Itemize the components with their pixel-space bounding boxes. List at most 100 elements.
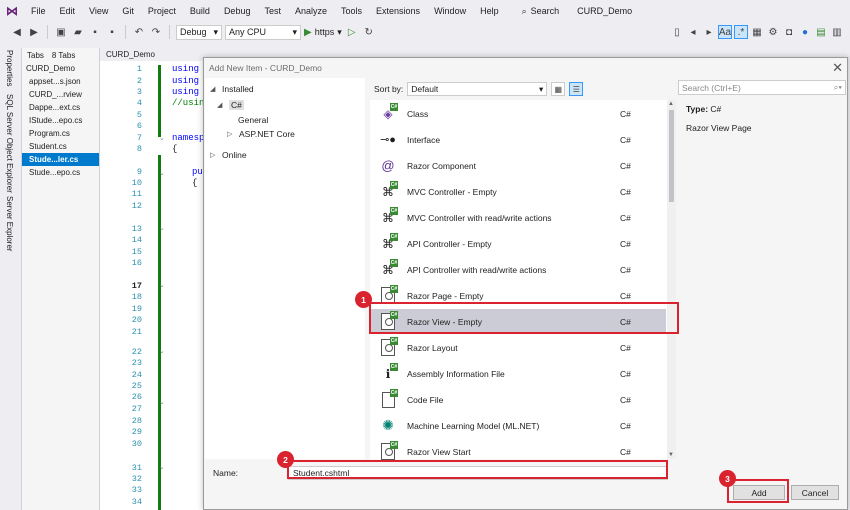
close-icon[interactable]: ✕	[832, 60, 843, 76]
line-number: 14	[131, 235, 142, 245]
template-item-api-controller-empty[interactable]: ⌘ C# API Controller - Empty C#	[370, 231, 666, 256]
save-all-icon[interactable]: ▪	[105, 25, 119, 39]
sql-server-object-explorer-tab[interactable]: SQL Server Object Explorer	[5, 94, 14, 193]
menu-build[interactable]: Build	[183, 0, 217, 22]
sort-select[interactable]: Default ▾	[407, 82, 548, 96]
scroll-up-icon[interactable]: ▲	[668, 101, 674, 107]
fold-toggle-icon[interactable]: ⌄	[159, 169, 165, 177]
template-name: Class	[407, 108, 429, 119]
change-marker	[158, 155, 161, 510]
table-icon[interactable]: ▥	[830, 25, 844, 39]
template-item-razor-layout[interactable]: C# Razor Layout C#	[370, 335, 666, 360]
scroll-thumb[interactable]	[669, 110, 674, 202]
open-folder-icon[interactable]: ▰	[71, 25, 85, 39]
template-list-scrollbar[interactable]: ▲ ▼	[667, 100, 676, 459]
bookmark-prev-icon[interactable]: ◂	[686, 25, 700, 39]
bookmark-icon[interactable]: ▯	[670, 25, 684, 39]
tree-node-general[interactable]: General	[238, 115, 268, 125]
toolbar-separator	[125, 25, 126, 39]
line-number: 32	[131, 474, 142, 484]
menu-file[interactable]: File	[24, 0, 53, 22]
menu-window[interactable]: Window	[427, 0, 473, 22]
tab-file[interactable]: CURD_...rview	[22, 88, 99, 101]
bookmark-next-icon[interactable]: ▸	[702, 25, 716, 39]
tab-file[interactable]: IStude...epo.cs	[22, 114, 99, 127]
navigate-forward-icon[interactable]: ▶	[27, 25, 41, 39]
tree-node-online[interactable]: ▷ Online	[210, 150, 247, 160]
regex-icon[interactable]: .*	[734, 25, 748, 39]
template-item-razor-component[interactable]: @ Razor Component C#	[370, 153, 666, 178]
properties-tab[interactable]: Properties	[5, 50, 14, 86]
tab-file[interactable]: Student.cs	[22, 140, 99, 153]
gear-icon[interactable]: ⚙	[766, 25, 780, 39]
match-case-icon[interactable]: Aa	[718, 25, 732, 39]
navigate-back-icon[interactable]: ◀	[10, 25, 24, 39]
fold-toggle-icon[interactable]: ⌄	[159, 281, 165, 289]
fold-toggle-icon[interactable]: ⌄	[159, 224, 165, 232]
location-pin-icon[interactable]: ●	[798, 25, 812, 39]
menu-analyze[interactable]: Analyze	[288, 0, 334, 22]
fold-toggle-icon[interactable]: ⌄	[159, 398, 165, 406]
line-number: 9	[136, 167, 142, 177]
visual-studio-logo-icon[interactable]: ⋈	[0, 0, 24, 22]
line-number: 7	[136, 133, 142, 143]
tab-file-active[interactable]: Stude...ler.cs	[22, 153, 99, 166]
scroll-down-icon[interactable]: ▼	[668, 452, 674, 458]
template-name: Code File	[407, 394, 444, 405]
redo-icon[interactable]: ↷	[149, 25, 163, 39]
tab-file[interactable]: Dappe...ext.cs	[22, 101, 99, 114]
menu-edit[interactable]: Edit	[53, 0, 83, 22]
tree-node-csharp[interactable]: ◢ C#	[217, 100, 244, 110]
tree-node-aspnet-core[interactable]: ▷ ASP.NET Core	[227, 129, 295, 139]
menu-tools[interactable]: Tools	[334, 0, 369, 22]
run-button[interactable]: ▶ https ▾	[304, 27, 342, 38]
template-item-assembly-info[interactable]: ℹ C# Assembly Information File C#	[370, 361, 666, 386]
menu-help[interactable]: Help	[473, 0, 506, 22]
template-item-interface[interactable]: ⊸● Interface C#	[370, 127, 666, 152]
template-search-input[interactable]: Search (Ctrl+E) ⌕▾	[678, 80, 846, 95]
fold-toggle-icon[interactable]: ⌄	[159, 463, 165, 471]
platform-select[interactable]: Any CPU ▾	[225, 24, 301, 40]
server-explorer-tab[interactable]: Server Explorer	[5, 196, 14, 252]
hot-reload-icon[interactable]: ↻	[362, 25, 376, 39]
menu-test[interactable]: Test	[257, 0, 288, 22]
grid-view-button[interactable]: ▦	[551, 82, 566, 96]
image-icon[interactable]: ▤	[814, 25, 828, 39]
new-project-icon[interactable]: ▣	[54, 25, 68, 39]
tab-file[interactable]: Program.cs	[22, 127, 99, 140]
fold-toggle-icon[interactable]: ⌄	[159, 134, 165, 142]
template-item-class[interactable]: ◈ C# Class C#	[370, 101, 666, 126]
cancel-button[interactable]: Cancel	[791, 485, 839, 500]
template-item-code-file[interactable]: C# Code File C#	[370, 387, 666, 412]
controller-icon: ⌘ C#	[382, 232, 398, 251]
database-icon[interactable]: ◘	[782, 25, 796, 39]
list-view-button[interactable]: ☰	[569, 82, 584, 96]
configuration-select[interactable]: Debug ▾	[176, 24, 222, 40]
grid-icon[interactable]: ▦	[750, 25, 764, 39]
tabs-panel-header: Tabs 8 Tabs	[22, 48, 99, 62]
template-item-api-controller-rw[interactable]: ⌘ C# API Controller with read/write actio…	[370, 257, 666, 282]
menu-view[interactable]: View	[82, 0, 115, 22]
details-description: Razor View Page	[686, 123, 752, 133]
start-without-debugging-icon[interactable]: ▷	[345, 25, 359, 39]
template-item-ml-model[interactable]: ✺ Machine Learning Model (ML.NET) C#	[370, 413, 666, 438]
tab-file[interactable]: appset...s.json	[22, 75, 99, 88]
undo-icon[interactable]: ↶	[132, 25, 146, 39]
menu-extensions[interactable]: Extensions	[369, 0, 427, 22]
template-item-mvc-controller-empty[interactable]: ⌘ C# MVC Controller - Empty C#	[370, 179, 666, 204]
tabs-root-project[interactable]: CURD_Demo	[22, 62, 99, 75]
menu-project[interactable]: Project	[141, 0, 183, 22]
document-tab[interactable]: CURD_Demo	[100, 50, 161, 59]
template-language: C#	[620, 420, 631, 431]
fold-toggle-icon[interactable]: ⌄	[159, 347, 165, 355]
tab-file[interactable]: Stude...epo.cs	[22, 166, 99, 179]
menu-search[interactable]: ⌕ Search	[516, 6, 566, 17]
template-item-mvc-controller-rw[interactable]: ⌘ C# MVC Controller with read/write actio…	[370, 205, 666, 230]
tree-node-installed[interactable]: ◢ Installed	[210, 84, 254, 94]
menu-debug[interactable]: Debug	[217, 0, 258, 22]
menu-git[interactable]: Git	[115, 0, 141, 22]
razor-layout-icon: C#	[376, 336, 400, 359]
code-editor[interactable]: 1 2 3 4 5 6 7 8 9 10 11 12 13 14 15 16 17 18 19 20 21 22 23 24 2…	[100, 61, 204, 510]
save-icon[interactable]: ▪	[88, 25, 102, 39]
line-number: 12	[131, 201, 142, 211]
